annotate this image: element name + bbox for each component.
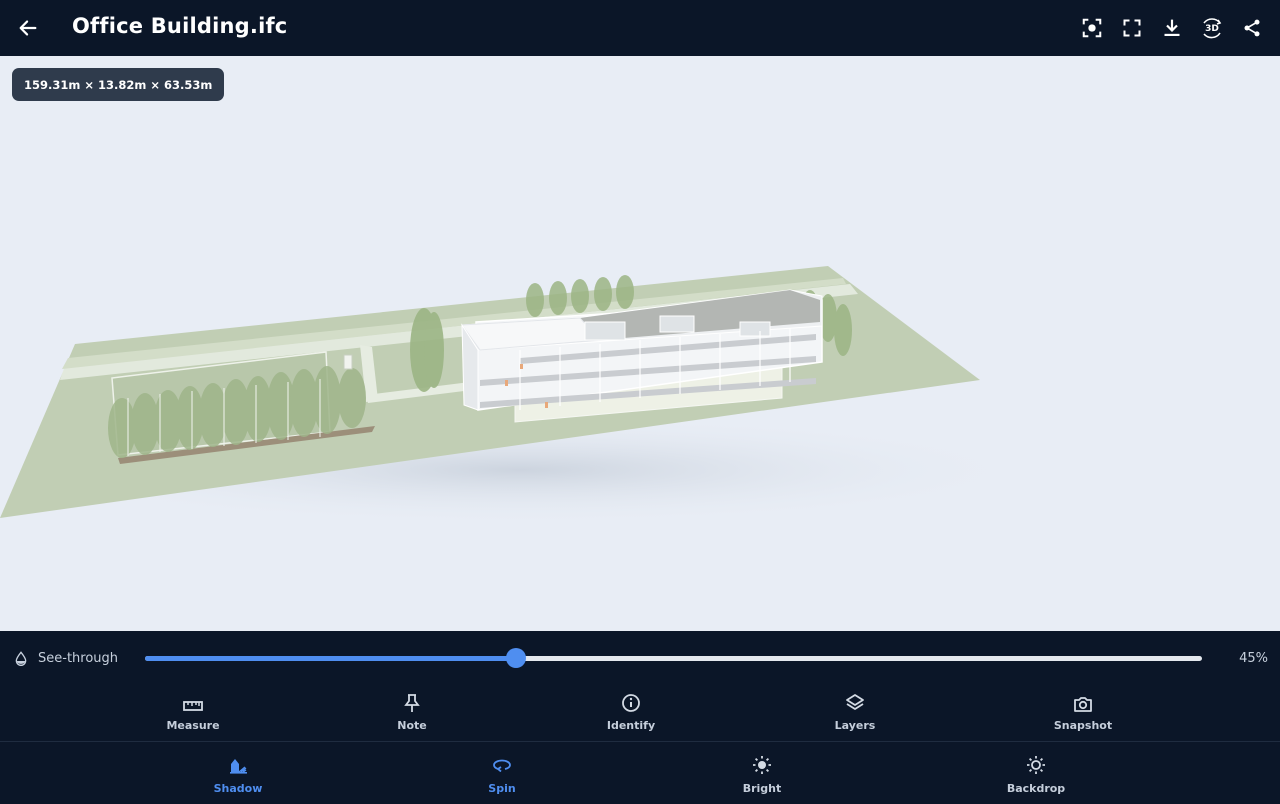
nav-bright[interactable]: Bright <box>702 754 822 795</box>
backdrop-label: Backdrop <box>1006 782 1066 795</box>
focus-button[interactable] <box>1072 12 1112 44</box>
see-through-value: 45% <box>1239 651 1268 666</box>
see-through-slider[interactable] <box>145 648 1202 668</box>
nav-shadow[interactable]: Shadow <box>178 754 298 795</box>
snapshot-label: Snapshot <box>1053 719 1113 732</box>
back-button[interactable] <box>14 14 42 42</box>
droplet-icon <box>15 651 27 666</box>
focus-icon <box>1082 18 1102 38</box>
ruler-icon <box>183 701 203 711</box>
shadow-label: Shadow <box>213 782 263 795</box>
identify-label: Identify <box>606 719 656 732</box>
3d-label: 3D <box>1205 24 1219 34</box>
see-through-label: See-through <box>38 651 119 666</box>
top-app-bar: Office Building.ifc 3D <box>0 0 1280 56</box>
pin-icon <box>404 694 420 712</box>
page-title: Office Building.ifc <box>72 14 288 38</box>
share-icon <box>1244 19 1260 37</box>
download-icon <box>1164 19 1180 36</box>
layers-tool[interactable]: Layers <box>795 687 915 732</box>
measure-label: Measure <box>166 719 220 732</box>
share-button[interactable] <box>1232 12 1272 44</box>
sun-icon <box>753 756 771 774</box>
3d-rotate-icon: 3D <box>1203 18 1222 39</box>
toolbar-actions: 3D <box>1072 12 1272 44</box>
note-label: Note <box>397 719 427 732</box>
snapshot-tool[interactable]: Snapshot <box>1023 687 1143 732</box>
model-dimensions-badge: 159.31m × 13.82m × 63.53m <box>12 68 225 101</box>
backdrop-sun-icon <box>1027 756 1045 774</box>
fullscreen-icon <box>1123 19 1141 37</box>
note-tool[interactable]: Note <box>352 687 472 732</box>
spin-icon <box>493 759 511 772</box>
identify-tool[interactable]: Identify <box>571 687 691 732</box>
shadow-icon <box>230 759 247 774</box>
tools-row: Measure Note Identify Layers Snapshot <box>0 687 1280 741</box>
camera-icon <box>1074 697 1092 712</box>
model-viewport[interactable]: 159.31m × 13.82m × 63.53m <box>0 56 1280 631</box>
nav-backdrop[interactable]: Backdrop <box>976 754 1096 795</box>
layers-icon <box>846 694 864 710</box>
arrow-left-icon <box>19 20 37 36</box>
building-model-render[interactable] <box>0 56 1280 631</box>
fullscreen-button[interactable] <box>1112 12 1152 44</box>
bright-label: Bright <box>742 782 782 795</box>
bottom-nav: Shadow Spin Bright Backdrop <box>0 742 1280 804</box>
spin-label: Spin <box>488 782 516 795</box>
layers-label: Layers <box>834 719 876 732</box>
3d-view-button[interactable]: 3D <box>1192 12 1232 44</box>
download-button[interactable] <box>1152 12 1192 44</box>
measure-tool[interactable]: Measure <box>133 687 253 732</box>
info-icon <box>622 694 640 712</box>
slider-thumb[interactable] <box>506 648 526 668</box>
slider-fill <box>145 656 516 661</box>
nav-spin[interactable]: Spin <box>442 754 562 795</box>
